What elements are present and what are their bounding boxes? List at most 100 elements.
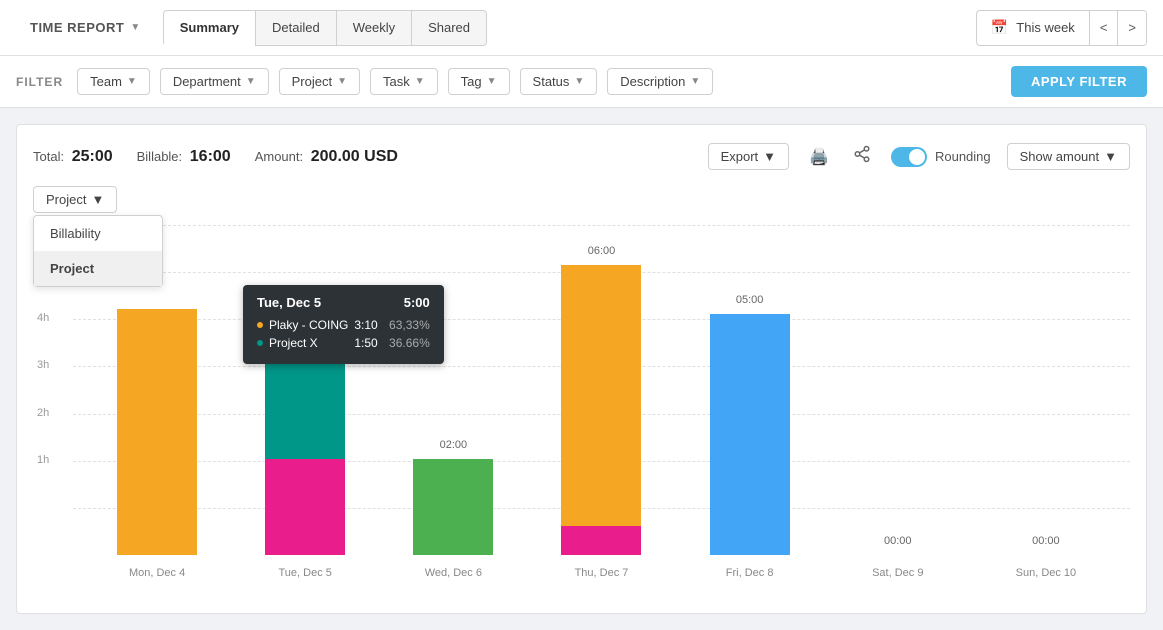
print-icon-button[interactable]: 🖨️: [805, 143, 833, 171]
tab-weekly[interactable]: Weekly: [336, 10, 411, 46]
filter-status-label: Status: [533, 74, 570, 89]
calendar-icon: 📅: [991, 19, 1008, 36]
bar-day-label-5: Sat, Dec 9: [872, 567, 923, 579]
show-amount-button[interactable]: Show amount ▼: [1007, 143, 1130, 170]
apply-filter-button[interactable]: APPLY FILTER: [1011, 66, 1147, 97]
filter-team-chevron-icon: ▼: [127, 76, 137, 87]
top-nav-left: TIME REPORT ▼ Summary Detailed Weekly Sh…: [16, 10, 487, 46]
time-report-chevron-icon: ▼: [130, 22, 140, 33]
rounding-toggle-switch[interactable]: [891, 147, 927, 167]
stats-actions: Export ▼ 🖨️ Rounding: [708, 141, 1130, 172]
bar-segment-4-0: [710, 314, 790, 555]
tooltip-row-0-left: Plaky - COING: [257, 318, 348, 332]
grid-label-2h: 2h: [37, 407, 49, 419]
bar-group-4[interactable]: 05:00Fri, Dec 8: [676, 225, 824, 555]
tooltip-time-1: 1:50: [354, 336, 377, 350]
bar-day-label-0: Mon, Dec 4: [129, 567, 185, 579]
tab-summary[interactable]: Summary: [163, 10, 255, 46]
next-date-btn[interactable]: >: [1117, 11, 1146, 45]
export-label: Export: [721, 149, 759, 164]
groupby-option-project[interactable]: Project: [34, 251, 162, 286]
bar-group-6[interactable]: 00:00Sun, Dec 10: [972, 225, 1120, 555]
time-report-button[interactable]: TIME REPORT ▼: [16, 12, 155, 43]
export-button[interactable]: Export ▼: [708, 143, 789, 170]
filter-project-chevron-icon: ▼: [337, 76, 347, 87]
tooltip-row-1-right: 1:50 36.66%: [354, 336, 429, 350]
amount-value: 200.00 USD: [311, 148, 398, 165]
filter-project[interactable]: Project ▼: [279, 68, 360, 95]
billable-stat: Billable: 16:00: [137, 148, 231, 166]
tab-group: Summary Detailed Weekly Shared: [163, 10, 487, 46]
grid-label-1h: 1h: [37, 454, 49, 466]
filter-task-chevron-icon: ▼: [415, 76, 425, 87]
filter-status[interactable]: Status ▼: [520, 68, 598, 95]
tooltip-row-1: Project X 1:50 36.66%: [257, 336, 430, 350]
bar-segment-1-0: [265, 459, 345, 555]
bar-group-5[interactable]: 00:00Sat, Dec 9: [824, 225, 972, 555]
stats-row: Total: 25:00 Billable: 16:00 Amount: 200…: [33, 141, 1130, 172]
chart-card: Total: 25:00 Billable: 16:00 Amount: 200…: [16, 124, 1147, 614]
bar-group-2[interactable]: 02:00Wed, Dec 6: [379, 225, 527, 555]
bar-day-label-1: Tue, Dec 5: [279, 567, 332, 579]
tooltip-pct-0: 63,33%: [389, 318, 430, 332]
tooltip-row-1-left: Project X: [257, 336, 318, 350]
bar-value-label-2: 02:00: [440, 439, 468, 451]
tooltip-row-0-right: 3:10 63,33%: [354, 318, 429, 332]
amount-stat: Amount: 200.00 USD: [255, 148, 398, 166]
tooltip-pct-1: 36.66%: [389, 336, 430, 350]
tab-detailed[interactable]: Detailed: [255, 10, 336, 46]
top-nav-right: 📅 This week < >: [976, 10, 1147, 46]
bar-segment-2-0: [413, 459, 493, 555]
filter-tag-label: Tag: [461, 74, 482, 89]
filter-team-label: Team: [90, 74, 122, 89]
billable-label: Billable:: [137, 149, 183, 164]
date-picker-label: 📅 This week: [977, 13, 1089, 42]
amount-label: Amount:: [255, 149, 303, 164]
date-range-label: This week: [1016, 20, 1075, 35]
filter-bar: FILTER Team ▼ Department ▼ Project ▼ Tas…: [0, 56, 1163, 108]
tooltip-total: 5:00: [404, 295, 430, 310]
time-report-label: TIME REPORT: [30, 20, 124, 35]
tooltip-dot-0: [257, 322, 263, 328]
filter-task[interactable]: Task ▼: [370, 68, 438, 95]
tooltip-label-0: Plaky - COING: [269, 318, 348, 332]
tooltip-row-0: Plaky - COING 3:10 63,33%: [257, 318, 430, 332]
grid-label-3h: 3h: [37, 359, 49, 371]
bar-group-1[interactable]: 05:00Tue, Dec 5: [231, 225, 379, 555]
tooltip: Tue, Dec 5 5:00 Plaky - COING 3:10 63,33…: [243, 285, 444, 364]
bar-value-label-5: 00:00: [884, 535, 912, 547]
tooltip-header: Tue, Dec 5 5:00: [257, 295, 430, 310]
groupby-dropdown-container: Project ▼ Billability Project: [33, 186, 1130, 213]
prev-date-btn[interactable]: <: [1089, 11, 1118, 45]
bar-day-label-6: Sun, Dec 10: [1016, 567, 1077, 579]
filter-tag-chevron-icon: ▼: [487, 76, 497, 87]
filter-description[interactable]: Description ▼: [607, 68, 713, 95]
tooltip-dot-1: [257, 340, 263, 346]
filter-project-label: Project: [292, 74, 332, 89]
top-nav: TIME REPORT ▼ Summary Detailed Weekly Sh…: [0, 0, 1163, 56]
main-content: Total: 25:00 Billable: 16:00 Amount: 200…: [0, 108, 1163, 630]
share-icon-button[interactable]: [849, 141, 875, 172]
filter-tag[interactable]: Tag ▼: [448, 68, 510, 95]
groupby-option-billability[interactable]: Billability: [34, 216, 162, 251]
billable-value: 16:00: [190, 148, 231, 165]
filter-team[interactable]: Team ▼: [77, 68, 150, 95]
filter-description-label: Description: [620, 74, 685, 89]
bar-value-label-4: 05:00: [736, 294, 764, 306]
tooltip-title: Tue, Dec 5: [257, 295, 321, 310]
total-value: 25:00: [72, 148, 113, 165]
filter-department[interactable]: Department ▼: [160, 68, 269, 95]
bar-group-3[interactable]: 06:00Thu, Dec 7: [527, 225, 675, 555]
bar-segment-3-0: [561, 526, 641, 555]
tab-shared[interactable]: Shared: [411, 10, 487, 46]
bar-segment-3-1: [561, 265, 641, 526]
bar-day-label-2: Wed, Dec 6: [425, 567, 482, 579]
filter-description-chevron-icon: ▼: [690, 76, 700, 87]
bars-container: Mon, Dec 405:00Tue, Dec 502:00Wed, Dec 6…: [73, 225, 1130, 555]
date-picker: 📅 This week < >: [976, 10, 1147, 46]
bar-day-label-3: Thu, Dec 7: [575, 567, 629, 579]
groupby-dropdown-button[interactable]: Project ▼: [33, 186, 117, 213]
show-amount-chevron-icon: ▼: [1104, 149, 1117, 164]
tooltip-label-1: Project X: [269, 336, 318, 350]
total-label: Total:: [33, 149, 64, 164]
